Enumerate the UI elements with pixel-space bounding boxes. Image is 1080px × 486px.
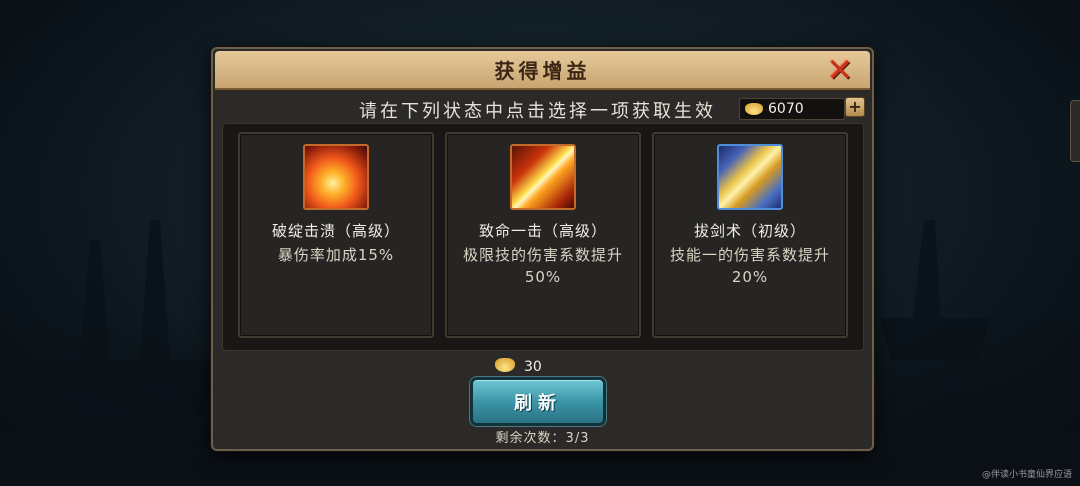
instruction-text: 请在下列状态中点击选择一项获取生效 (359, 101, 716, 122)
flaming-blade-icon (510, 144, 576, 210)
buff-card-3[interactable]: 拔剑术（初级） 技能一的伤害系数提升20% (652, 132, 848, 338)
title-bar: 获得增益 ✕ (215, 51, 870, 90)
watermark: @伴读小书童仙界应语 (981, 470, 1072, 480)
remaining-label: 剩余次数： (495, 431, 566, 446)
close-icon[interactable]: ✕ (824, 54, 856, 86)
side-tab[interactable] (1070, 100, 1080, 162)
dialog-title: 获得增益 (494, 59, 591, 83)
flame-burst-icon (303, 144, 369, 210)
refresh-button[interactable]: 刷新 (470, 377, 606, 426)
buff-name: 拔剑术（初级） (693, 222, 806, 240)
buff-dialog: 获得增益 ✕ 请在下列状态中点击选择一项获取生效 6070 + 破绽击溃（高级）… (211, 47, 874, 451)
buff-options-panel: 破绽击溃（高级） 暴伤率加成15% 致命一击（高级） 极限技的伤害系数提升50%… (222, 123, 864, 351)
gold-ingot-icon (745, 103, 763, 115)
remaining-count: 剩余次数：3/3 (213, 427, 872, 446)
buff-description: 暴伤率加成15% (277, 246, 395, 264)
refresh-label: 刷新 (514, 392, 562, 414)
buff-name: 致命一击（高级） (478, 222, 607, 240)
remaining-value: 3/3 (565, 431, 590, 446)
currency-amount: 6070 (768, 101, 804, 117)
add-currency-button[interactable]: + (845, 97, 865, 117)
buff-description: 极限技的伤害系数提升50% (462, 246, 623, 286)
sword-draw-icon (717, 144, 783, 210)
refresh-cost: 30 (524, 359, 542, 375)
gold-ingot-icon (495, 358, 515, 372)
currency-display: 6070 (739, 98, 845, 120)
buff-description: 技能一的伤害系数提升20% (669, 246, 830, 286)
buff-card-1[interactable]: 破绽击溃（高级） 暴伤率加成15% (238, 132, 434, 338)
buff-card-2[interactable]: 致命一击（高级） 极限技的伤害系数提升50% (445, 132, 641, 338)
buff-name: 破绽击溃（高级） (271, 222, 400, 240)
